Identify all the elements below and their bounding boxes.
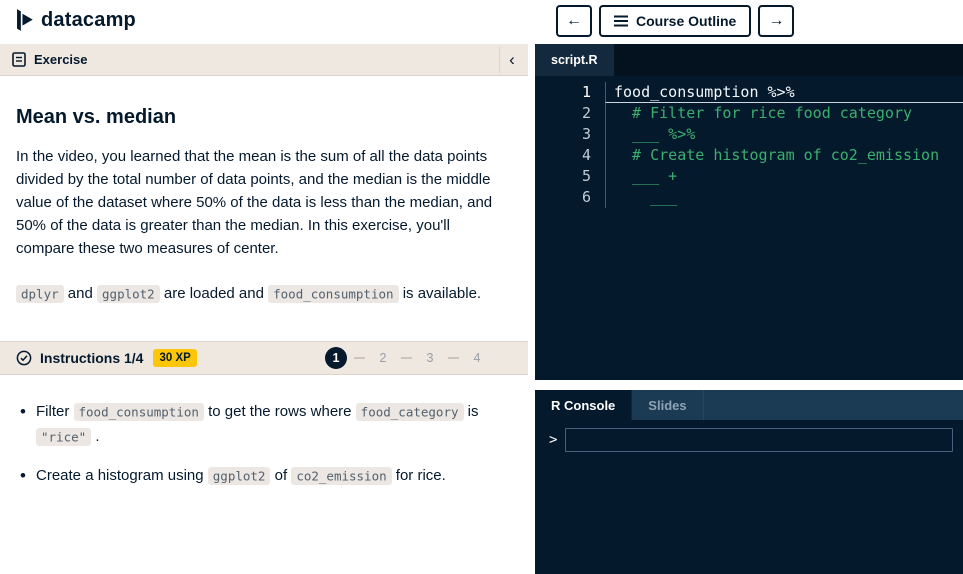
pagination-dash: [401, 357, 412, 359]
code-text: food_consumption %>%: [605, 82, 963, 103]
console-prompt: >: [549, 432, 558, 448]
line-number: 1: [581, 83, 591, 101]
inline-code: dplyr: [16, 284, 64, 303]
code-text: ___: [605, 187, 963, 208]
line-number: 5: [581, 167, 591, 185]
chevron-left-icon: ‹: [509, 49, 515, 69]
code-line-6[interactable]: 6 ___: [535, 187, 963, 208]
exercise-header-label: Exercise: [34, 52, 88, 67]
inline-code: ggplot2: [207, 466, 271, 485]
text-segment: are loaded and: [159, 285, 269, 302]
datacamp-logo-icon: [17, 9, 33, 31]
instructions-title: Instructions 1/4: [40, 350, 144, 366]
exercise-panel-header: Exercise ‹: [0, 44, 528, 76]
inline-code: food_consumption: [268, 284, 399, 303]
code-line-4[interactable]: 4 # Create histogram of co2_emission: [535, 145, 963, 166]
back-arrow-icon: ←: [566, 12, 582, 29]
text-segment: is available.: [398, 285, 482, 302]
text-segment: Filter: [36, 403, 74, 420]
text-segment: Create a histogram using: [36, 467, 208, 484]
instructions-check-icon: [16, 350, 32, 366]
line-number: 4: [581, 146, 591, 164]
course-nav: ← Course Outline →: [556, 5, 795, 37]
datacamp-logo[interactable]: datacamp: [10, 7, 136, 33]
topbar: datacamp ← Course Outline →: [0, 0, 963, 44]
instruction-item: Filter food_consumption to get the rows …: [20, 399, 512, 449]
instructions-page-1[interactable]: 1: [325, 347, 347, 369]
code-token: ___ +: [614, 167, 678, 185]
editor-lines[interactable]: 1 food_consumption %>% 2 # Filter for rice…: [535, 76, 963, 208]
code-token: food_consumption %>%: [614, 83, 795, 101]
code-line-2[interactable]: 2 # Filter for rice food category: [535, 103, 963, 124]
previous-exercise-button[interactable]: ←: [556, 5, 592, 37]
console-body: >: [535, 420, 963, 460]
instructions-body: Filter food_consumption to get the rows …: [0, 375, 528, 488]
inline-code: co2_emission: [291, 466, 392, 485]
console-tab-slides[interactable]: Slides: [632, 390, 704, 420]
course-outline-button[interactable]: Course Outline: [599, 5, 752, 37]
instructions-header: Instructions 1/4 30 XP 1 2 3 4: [0, 341, 528, 375]
tab-script-r[interactable]: script.R: [535, 44, 614, 76]
text-segment: to get the rows where: [203, 403, 356, 420]
line-number: 2: [581, 104, 591, 122]
code-token: # Filter for rice food category: [614, 104, 913, 122]
instructions-pagination: 1 2 3 4: [325, 347, 488, 369]
text-segment: and: [63, 285, 98, 302]
code-text: ___ %>%: [605, 124, 963, 145]
pagination-dash: [354, 357, 365, 359]
code-text: # Create histogram of co2_emission: [605, 145, 963, 166]
datacamp-exercise-page: datacamp ← Course Outline → Exercise ‹ M…: [0, 0, 963, 574]
inline-code: "rice": [36, 427, 92, 446]
exercise-intro: Mean vs. median In the video, you learne…: [0, 76, 528, 307]
code-token: # Create histogram of co2_emission: [614, 146, 940, 164]
xp-badge: 30 XP: [153, 349, 197, 367]
line-number: 6: [581, 188, 591, 206]
text-segment: .: [91, 428, 100, 445]
code-line-5[interactable]: 5 ___ +: [535, 166, 963, 187]
inline-code: food_category: [355, 402, 464, 421]
instructions-page-4[interactable]: 4: [466, 347, 488, 369]
inline-code: food_consumption: [73, 402, 204, 421]
script-editor[interactable]: script.R 1 food_consumption %>% 2 # Filter…: [535, 44, 963, 380]
text-segment: is: [463, 403, 479, 420]
inline-code: ggplot2: [97, 284, 160, 303]
collapse-panel-button[interactable]: ‹: [500, 46, 524, 73]
console-panel: R Console Slides >: [535, 390, 963, 574]
code-line-3[interactable]: 3 ___ %>%: [535, 124, 963, 145]
code-text: ___ +: [605, 166, 963, 187]
console-tab-r-console[interactable]: R Console: [535, 390, 633, 420]
code-line-1[interactable]: 1 food_consumption %>%: [535, 82, 963, 103]
code-token: ___ %>%: [614, 125, 696, 143]
console-input[interactable]: [565, 428, 953, 452]
instructions-page-3[interactable]: 3: [419, 347, 441, 369]
course-outline-label: Course Outline: [636, 13, 737, 29]
editor-tabbar: script.R: [535, 44, 963, 76]
exercise-title: Mean vs. median: [16, 106, 177, 128]
exercise-panel: Exercise ‹ Mean vs. median In the video,…: [0, 44, 528, 574]
next-exercise-button[interactable]: →: [758, 5, 795, 37]
pagination-dash: [448, 357, 459, 359]
instructions-list: Filter food_consumption to get the rows …: [20, 399, 512, 488]
code-text: # Filter for rice food category: [605, 103, 963, 124]
console-tabs: R Console Slides: [535, 390, 963, 420]
forward-arrow-icon: →: [768, 12, 785, 29]
line-number: 3: [581, 125, 591, 143]
hamburger-icon: [614, 15, 628, 27]
instructions-page-2[interactable]: 2: [372, 347, 394, 369]
text-segment: for rice.: [391, 467, 446, 484]
availability-text: dplyr and ggplot2 are loaded and food_co…: [16, 280, 512, 307]
exercise-icon: [12, 52, 26, 67]
datacamp-logo-text: datacamp: [41, 8, 136, 31]
instruction-item: Create a histogram using ggplot2 of co2_…: [20, 463, 512, 488]
text-segment: of: [270, 467, 292, 484]
exercise-description: In the video, you learned that the mean …: [16, 148, 493, 257]
code-token: ___: [614, 188, 678, 206]
